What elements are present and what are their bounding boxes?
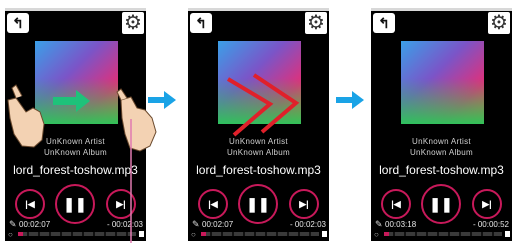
swipe-right-arrow-icon xyxy=(53,90,90,112)
gesture-overlay xyxy=(7,73,300,243)
hand-swipe-icon xyxy=(116,88,157,152)
double-chevron-right-icon xyxy=(226,73,300,137)
hand-swipe-icon xyxy=(7,84,45,148)
